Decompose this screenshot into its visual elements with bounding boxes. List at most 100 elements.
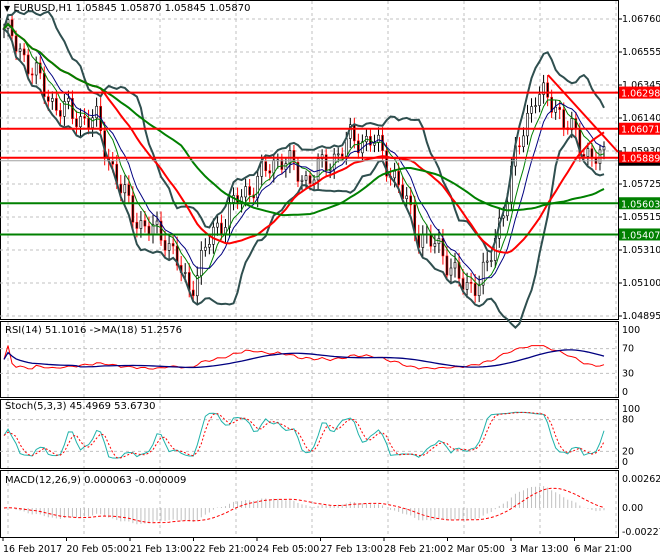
bollinger-upper — [3, 9, 605, 254]
candle-body — [433, 243, 437, 247]
price-axis-label: 1.04895 — [622, 311, 660, 322]
candle-body — [590, 148, 594, 158]
candle-body — [558, 106, 562, 110]
candle-body — [18, 48, 22, 52]
candle-body — [453, 262, 457, 269]
candle-body — [91, 117, 94, 128]
candle-body — [546, 82, 549, 98]
candle-body — [441, 238, 445, 257]
candle-body — [95, 105, 98, 119]
candle-body — [46, 96, 50, 102]
macd-title: MACD(12,26,9) 0.000063 -0.000009 — [5, 475, 187, 486]
candle-body — [421, 234, 425, 248]
candle-body — [135, 221, 139, 229]
candle-body — [14, 35, 18, 52]
time-axis-label: 20 Feb 05:00 — [67, 544, 129, 555]
candle-body — [228, 202, 231, 228]
candle-body — [191, 289, 195, 297]
candle-body — [87, 117, 90, 128]
trading-chart[interactable]: 1.06760 1.06555 1.06345 1.06140 1.05930 1.057… — [0, 0, 660, 560]
candle-body — [405, 195, 408, 200]
rsi-axis-label: 70 — [622, 344, 634, 355]
candle-body — [538, 94, 541, 106]
candle-body — [216, 222, 219, 228]
candle-body — [300, 179, 304, 182]
price-axis-label: 1.06760 — [622, 14, 660, 25]
candle-body — [308, 175, 312, 184]
candle-body — [171, 243, 175, 247]
rsi-axis-label: 0 — [622, 387, 628, 398]
level-label: 1.06298 — [621, 89, 660, 100]
candle-body — [465, 282, 469, 290]
candle-body — [51, 98, 54, 102]
candle-body — [554, 106, 557, 113]
rsi-line — [3, 345, 605, 370]
stoch-axis-label: 0 — [622, 457, 628, 468]
candle-body — [268, 170, 272, 174]
candle-body — [22, 48, 26, 56]
candle-body — [204, 246, 207, 251]
candle-body — [34, 62, 38, 76]
candle-body — [264, 161, 268, 171]
candle-body — [183, 272, 187, 274]
price-axis-label: 1.05310 — [622, 245, 660, 256]
collapse-triangle-icon[interactable]: ▼ — [4, 4, 10, 13]
candle-body — [393, 170, 396, 179]
candle-body — [397, 170, 400, 186]
candle-body — [139, 220, 143, 229]
candle-body — [332, 153, 336, 170]
candle-body — [83, 116, 86, 119]
time-axis-label: 22 Feb 21:00 — [194, 544, 256, 555]
chart-header: ▼ EURUSD,H1 1.05845 1.05870 1.05845 1.05… — [4, 3, 251, 14]
candle-body — [220, 222, 223, 235]
bollinger-lower — [3, 27, 605, 329]
time-axis-label: 24 Feb 05:00 — [257, 544, 319, 555]
candle-body — [131, 195, 135, 223]
candle-body — [489, 260, 493, 262]
stoch-main-line — [3, 411, 605, 459]
rsi-axis-label: 100 — [622, 325, 640, 336]
candle-body — [248, 186, 251, 196]
candle-body — [336, 153, 340, 156]
price-axis-label: 1.06555 — [622, 47, 660, 58]
candle-body — [75, 118, 78, 128]
candle-body — [79, 116, 82, 128]
time-axis-label: 28 Feb 21:00 — [384, 544, 446, 555]
candle-body — [518, 145, 521, 148]
trend-line — [547, 74, 619, 153]
ohlc-values: 1.05845 1.05870 1.05845 1.05870 — [75, 3, 251, 14]
candle-body — [445, 255, 449, 276]
candle-body — [353, 124, 356, 142]
candle-body — [67, 97, 70, 102]
candle-body — [272, 159, 276, 174]
stoch-axis-label: 80 — [622, 415, 634, 426]
candle-body — [111, 160, 115, 165]
candle-body — [256, 176, 259, 199]
candle-body — [55, 98, 58, 111]
ma-green-slow — [3, 22, 605, 217]
rsi-axis-label: 30 — [622, 368, 634, 379]
macd-signal-line — [3, 487, 605, 524]
candle-body — [473, 283, 477, 296]
candle-body — [26, 54, 30, 75]
current-price-marker — [619, 162, 660, 166]
candle-body — [485, 260, 489, 263]
price-axis-label: 1.05725 — [622, 179, 660, 190]
candle-body — [167, 243, 171, 251]
candle-body — [143, 220, 147, 227]
candle-body — [377, 134, 380, 143]
candle-body — [200, 250, 203, 276]
candle-body — [212, 226, 215, 245]
price-axis-label: 1.05515 — [622, 212, 660, 223]
price-axis-label: 1.05100 — [622, 278, 660, 289]
candle-body — [530, 106, 533, 114]
stoch-title: Stoch(5,3,3) 45.4969 53.6730 — [5, 401, 156, 412]
candle-body — [562, 109, 566, 129]
time-axis-label: 2 Mar 05:00 — [448, 544, 505, 555]
candles — [2, 14, 606, 305]
time-axis-label: 3 Mar 13:00 — [511, 544, 568, 555]
candle-body — [526, 112, 529, 137]
price-axis-label: 1.06140 — [622, 113, 660, 124]
rsi-title: RSI(14) 51.1016 ->MA(18) 51.2576 — [5, 325, 182, 336]
time-axis-label: 27 Feb 13:00 — [321, 544, 383, 555]
